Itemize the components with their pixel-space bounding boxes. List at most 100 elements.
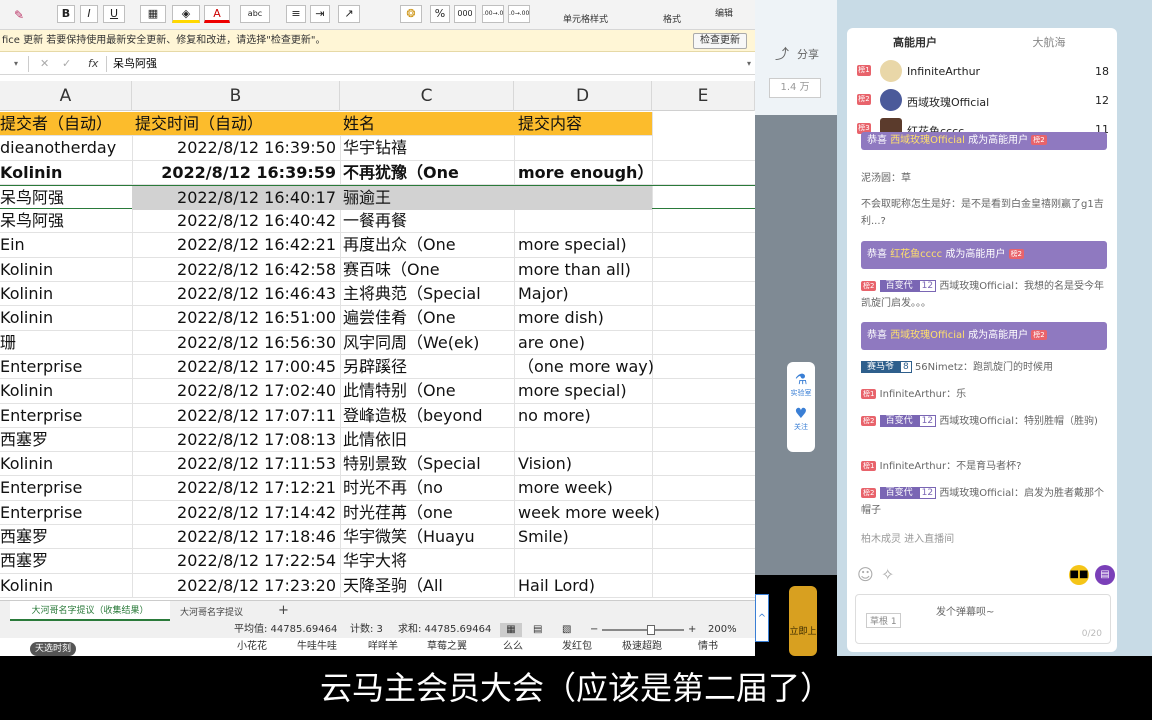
formula-input[interactable]: 呆鸟阿强 — [113, 53, 157, 75]
add-sheet-button[interactable]: + — [278, 603, 289, 618]
table-cell[interactable]: 天降圣驹（All — [340, 574, 514, 598]
table-cell[interactable] — [514, 209, 652, 233]
italic-button[interactable]: I — [80, 5, 98, 23]
table-cell[interactable]: 华宇钻禧 — [340, 136, 514, 160]
table-cell[interactable]: 2022/8/12 16:42:58 — [132, 258, 340, 282]
table-cell[interactable]: Enterprise — [0, 476, 132, 500]
table-cell[interactable]: （one more way) — [514, 355, 654, 379]
decrease-decimal-button[interactable]: .0→.00 — [508, 5, 530, 23]
cancel-icon[interactable]: ✕ — [40, 53, 49, 75]
table-cell[interactable]: 主将典范（Special — [340, 282, 514, 306]
table-cell[interactable]: 2022/8/12 16:46:43 — [132, 282, 340, 306]
danmaku-input[interactable]: 草根 1 发个弹幕呗~ 0/20 — [855, 594, 1111, 644]
indent-button[interactable]: ⇥ — [310, 5, 330, 23]
table-cell[interactable]: 另辟蹊径 — [340, 355, 514, 379]
table-cell[interactable]: 2022/8/12 17:14:42 — [132, 501, 340, 525]
table-cell[interactable]: 2022/8/12 16:40:42 — [132, 209, 340, 233]
table-cell[interactable]: more week) — [514, 476, 652, 500]
underline-button[interactable]: U — [103, 5, 125, 23]
banner-user[interactable]: 西域玫瑰Official — [890, 135, 965, 146]
table-cell[interactable]: 2022/8/12 17:07:11 — [132, 404, 340, 428]
table-cell[interactable]: 不再犹豫（One — [340, 161, 514, 185]
table-cell[interactable]: 骊逾王 — [340, 185, 514, 210]
confirm-icon[interactable]: ✓ — [62, 53, 71, 75]
table-cell[interactable] — [514, 136, 652, 160]
table-cell[interactable]: 西塞罗 — [0, 428, 132, 452]
normal-view-icon[interactable]: ▦ — [500, 623, 522, 637]
page-break-icon[interactable]: ▧ — [562, 622, 571, 638]
fill-color-button[interactable]: ◈ — [172, 5, 200, 23]
table-cell[interactable]: Ein — [0, 233, 132, 257]
table-cell[interactable]: Kolinin — [0, 306, 132, 330]
zoom-level[interactable]: 200% — [708, 622, 737, 638]
name-box-dropdown-icon[interactable]: ▾ — [14, 53, 18, 75]
table-cell[interactable]: dieanotherday — [0, 136, 132, 160]
table-cell[interactable]: 2022/8/12 17:12:21 — [132, 476, 340, 500]
expand-formula-icon[interactable]: ▾ — [747, 53, 751, 75]
table-cell[interactable]: Kolinin — [0, 574, 132, 598]
table-cell[interactable]: Hail Lord) — [514, 574, 652, 598]
table-cell[interactable]: 2022/8/12 16:39:50 — [132, 136, 340, 160]
table-cell[interactable]: 赛百味（One — [340, 258, 514, 282]
table-cell[interactable]: more special) — [514, 233, 652, 257]
table-cell[interactable]: Kolinin — [0, 161, 132, 185]
gift-item[interactable]: 么么 — [503, 637, 523, 652]
banner-user[interactable]: 红花鱼cccc — [890, 249, 942, 260]
table-cell[interactable]: 西塞罗 — [0, 525, 132, 549]
sunglasses-icon[interactable]: ■■ — [1069, 565, 1089, 585]
rank-row[interactable]: 榜2 西域玫瑰Official 12 — [847, 86, 1117, 114]
paintbrush-icon[interactable]: ✎ — [14, 8, 24, 22]
table-cell[interactable]: 2022/8/12 16:51:00 — [132, 306, 340, 330]
sticker-icon[interactable]: ✧ — [881, 565, 894, 584]
table-cell[interactable]: 呆鸟阿强 — [0, 209, 132, 233]
tab-high-energy-users[interactable]: 高能用户 — [855, 34, 975, 50]
header-cell[interactable]: 提交者（自动） — [0, 112, 132, 136]
table-cell[interactable]: more than all) — [514, 258, 652, 282]
table-cell[interactable]: 此情依旧 — [340, 428, 514, 452]
fan-badge[interactable]: 百变代 — [879, 487, 919, 499]
orientation-button[interactable]: ↗ — [338, 5, 360, 23]
table-cell[interactable]: 遍尝佳肴（One — [340, 306, 514, 330]
table-cell[interactable]: Enterprise — [0, 501, 132, 525]
column-header-d[interactable]: D — [514, 81, 652, 111]
table-cell[interactable]: week more week) — [514, 501, 660, 525]
table-cell[interactable]: 2022/8/12 16:39:59 — [132, 161, 340, 185]
table-cell[interactable]: Kolinin — [0, 258, 132, 282]
table-cell[interactable]: 2022/8/12 17:08:13 — [132, 428, 340, 452]
sheet-tab[interactable]: 大河哥名字提议 — [180, 605, 243, 618]
gift-item[interactable]: 咩咩羊 — [368, 637, 398, 652]
rank-row[interactable]: 榜1 InfiniteArthur 18 — [847, 57, 1117, 85]
table-cell[interactable]: Kolinin — [0, 379, 132, 403]
column-header-c[interactable]: C — [340, 81, 514, 111]
table-cell[interactable] — [514, 185, 652, 210]
gift-item[interactable]: 牛哇牛哇 — [297, 637, 337, 652]
table-cell[interactable]: more dish) — [514, 306, 652, 330]
table-cell[interactable]: more special) — [514, 379, 652, 403]
medal-promo[interactable]: 立即上 — [789, 586, 817, 656]
table-cell[interactable]: Kolinin — [0, 282, 132, 306]
table-cell[interactable]: are one) — [514, 331, 652, 355]
gift-item[interactable]: 草莓之翼 — [427, 637, 467, 652]
table-cell[interactable]: 风宇同周（We(ek) — [340, 331, 514, 355]
table-cell[interactable]: 再度出众（One — [340, 233, 514, 257]
column-header-e[interactable]: E — [652, 81, 755, 111]
fan-badge[interactable]: 百变代 — [879, 280, 919, 292]
bold-button[interactable]: B — [57, 5, 75, 23]
gift-item[interactable]: 小花花 — [237, 637, 267, 652]
table-cell[interactable]: 特别景致（Special — [340, 452, 514, 476]
table-cell[interactable]: 华宇微笑（Huayu — [340, 525, 514, 549]
table-cell[interactable]: 时光不再（no — [340, 476, 514, 500]
column-header-a[interactable]: A — [0, 81, 132, 111]
table-cell[interactable]: 时光荏苒（one — [340, 501, 514, 525]
fan-badge[interactable]: 赛马爷 — [861, 361, 901, 373]
table-cell[interactable]: 西塞罗 — [0, 549, 132, 573]
table-cell[interactable]: 登峰造极（beyond — [340, 404, 514, 428]
page-layout-icon[interactable]: ▤ — [533, 622, 542, 638]
table-cell[interactable]: 2022/8/12 17:23:20 — [132, 574, 340, 598]
table-cell[interactable] — [514, 428, 652, 452]
zoom-slider-thumb[interactable] — [647, 625, 655, 635]
table-cell[interactable]: 一餐再餐 — [340, 209, 514, 233]
table-cell[interactable]: 2022/8/12 17:11:53 — [132, 452, 340, 476]
increase-decimal-button[interactable]: .00→.0 — [482, 5, 504, 23]
table-cell[interactable]: 2022/8/12 17:18:46 — [132, 525, 340, 549]
